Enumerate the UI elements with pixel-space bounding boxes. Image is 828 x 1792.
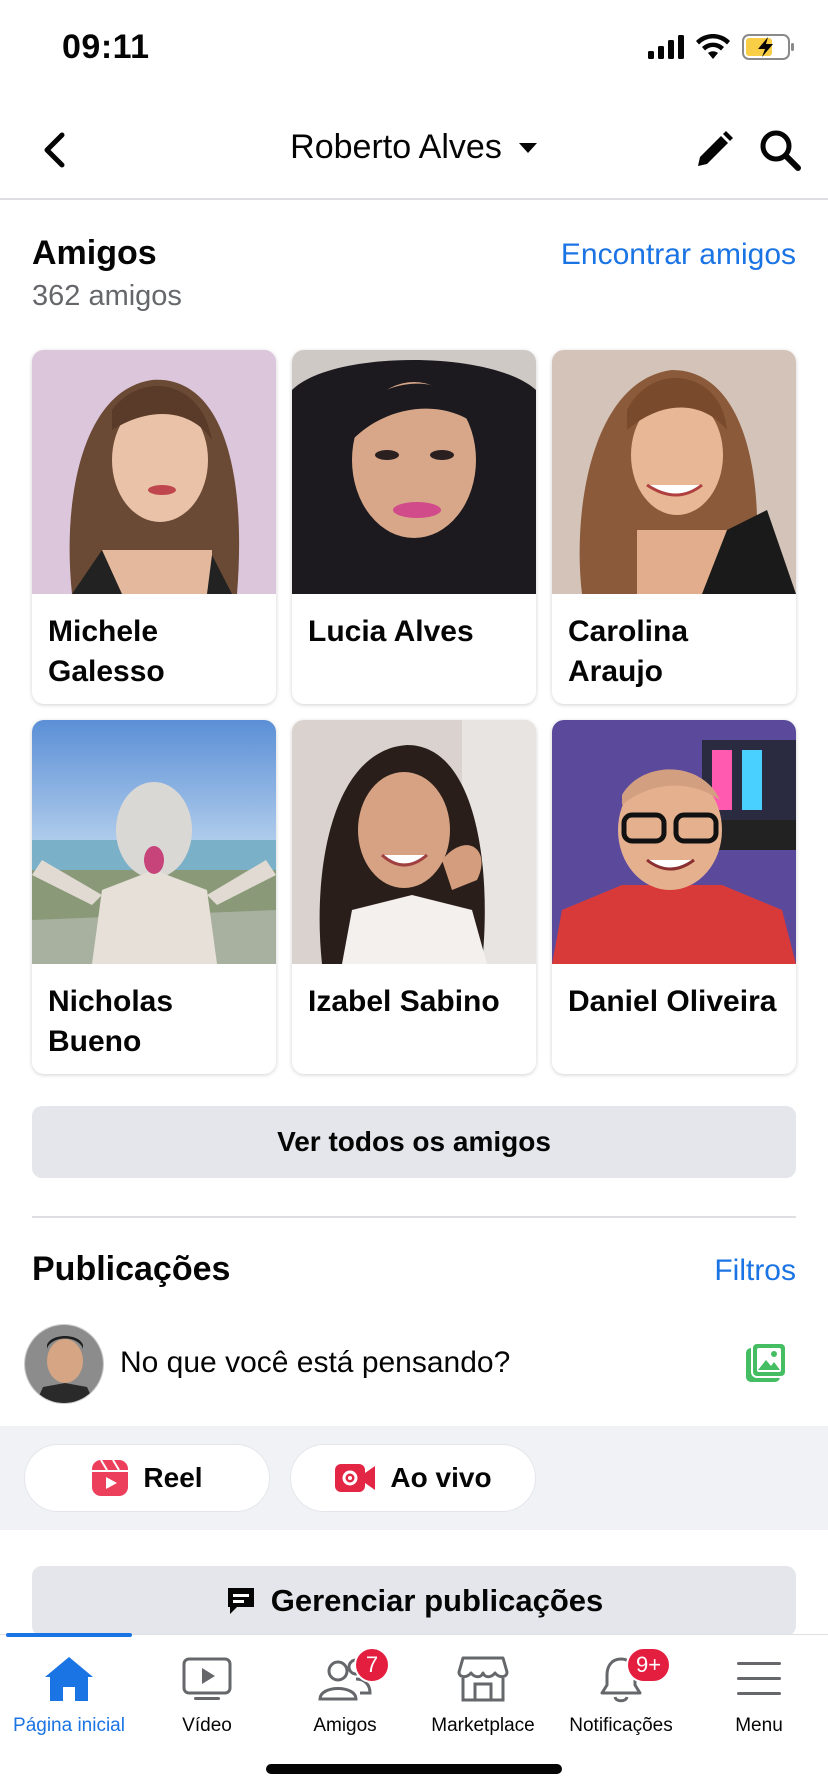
search-button[interactable] xyxy=(756,126,804,174)
friend-name: Daniel Oliveira xyxy=(568,985,777,1018)
tab-home[interactable]: Página inicial xyxy=(0,1649,138,1749)
friend-photo xyxy=(32,350,276,594)
avatar[interactable] xyxy=(24,1324,104,1404)
reel-label: Reel xyxy=(143,1462,203,1493)
friend-name: Nicholas Bueno xyxy=(48,985,174,1058)
tab-marketplace[interactable]: Marketplace xyxy=(414,1649,552,1749)
section-divider xyxy=(32,1216,796,1218)
photo-button[interactable] xyxy=(744,1342,788,1389)
filters-link[interactable]: Filtros xyxy=(714,1254,796,1288)
friend-card[interactable]: Izabel Sabino xyxy=(292,720,536,1074)
friend-name: Michele Galesso xyxy=(48,615,165,688)
chat-icon xyxy=(227,1588,254,1614)
friend-card[interactable]: Daniel Oliveira xyxy=(552,720,796,1074)
see-all-friends-button[interactable]: Ver todos os amigos xyxy=(32,1106,796,1178)
friend-card[interactable]: Nicholas Bueno xyxy=(32,720,276,1074)
active-tab-indicator xyxy=(6,1633,132,1637)
manage-posts-label: Gerenciar publicações xyxy=(270,1583,604,1618)
live-button[interactable]: Ao vivo xyxy=(290,1444,536,1512)
video-icon xyxy=(182,1657,232,1700)
home-icon xyxy=(45,1657,93,1701)
manage-posts-button[interactable]: Gerenciar publicações xyxy=(32,1566,796,1636)
caret-down-icon xyxy=(518,142,537,153)
tab-label: Notificações xyxy=(569,1715,673,1736)
tab-menu[interactable]: Menu xyxy=(690,1649,828,1749)
home-indicator xyxy=(266,1764,562,1774)
composer-actions: Reel Ao vivo xyxy=(0,1426,828,1530)
reel-button[interactable]: Reel xyxy=(24,1444,270,1512)
signal-icon xyxy=(648,35,684,59)
friends-count: 362 amigos xyxy=(32,280,182,312)
friend-photo xyxy=(552,720,796,964)
battery-charging-icon xyxy=(742,34,794,60)
find-friends-link[interactable]: Encontrar amigos xyxy=(561,238,796,272)
profile-header: Roberto Alves xyxy=(0,100,828,200)
posts-section-title: Publicações xyxy=(32,1250,231,1288)
tab-notifications[interactable]: 9+ Notificações xyxy=(552,1647,690,1749)
friend-photo xyxy=(32,720,276,964)
notifications-badge: 9+ xyxy=(626,1647,672,1683)
status-bar: 09:11 xyxy=(0,0,828,100)
friend-card[interactable]: Michele Galesso xyxy=(32,350,276,704)
page-title: Roberto Alves xyxy=(290,128,502,166)
live-video-icon xyxy=(335,1464,376,1492)
reel-icon xyxy=(92,1459,129,1496)
tab-label: Amigos xyxy=(313,1715,377,1736)
wifi-icon xyxy=(696,34,730,59)
tab-friends[interactable]: 7 Amigos xyxy=(276,1647,414,1749)
pencil-icon xyxy=(698,131,733,166)
friend-photo xyxy=(292,350,536,594)
status-time: 09:11 xyxy=(62,28,150,66)
tab-label: Marketplace xyxy=(431,1715,535,1736)
friend-name: Carolina Araujo xyxy=(568,615,689,688)
post-composer[interactable]: No que você está pensando? xyxy=(0,1320,828,1430)
tab-label: Menu xyxy=(735,1715,783,1736)
edit-button[interactable] xyxy=(690,126,738,174)
friends-badge: 7 xyxy=(354,1647,390,1683)
menu-icon xyxy=(737,1662,781,1695)
friends-section-title: Amigos xyxy=(32,234,157,272)
status-icons xyxy=(648,34,796,60)
friend-card[interactable]: Lucia Alves xyxy=(292,350,536,704)
friends-grid: Michele Galesso Lucia Alves Carolina Ara… xyxy=(32,350,796,1074)
friend-name: Izabel Sabino xyxy=(308,985,500,1018)
marketplace-icon xyxy=(457,1656,509,1702)
tab-label: Vídeo xyxy=(182,1715,232,1736)
tab-video[interactable]: Vídeo xyxy=(138,1649,276,1749)
friend-name: Lucia Alves xyxy=(308,615,474,648)
friend-photo xyxy=(292,720,536,964)
live-label: Ao vivo xyxy=(390,1462,492,1493)
tab-label: Página inicial xyxy=(13,1715,125,1736)
photo-icon xyxy=(746,1342,787,1382)
friend-photo xyxy=(552,350,796,594)
search-icon xyxy=(760,130,801,171)
composer-prompt[interactable]: No que você está pensando? xyxy=(120,1346,510,1380)
friend-card[interactable]: Carolina Araujo xyxy=(552,350,796,704)
